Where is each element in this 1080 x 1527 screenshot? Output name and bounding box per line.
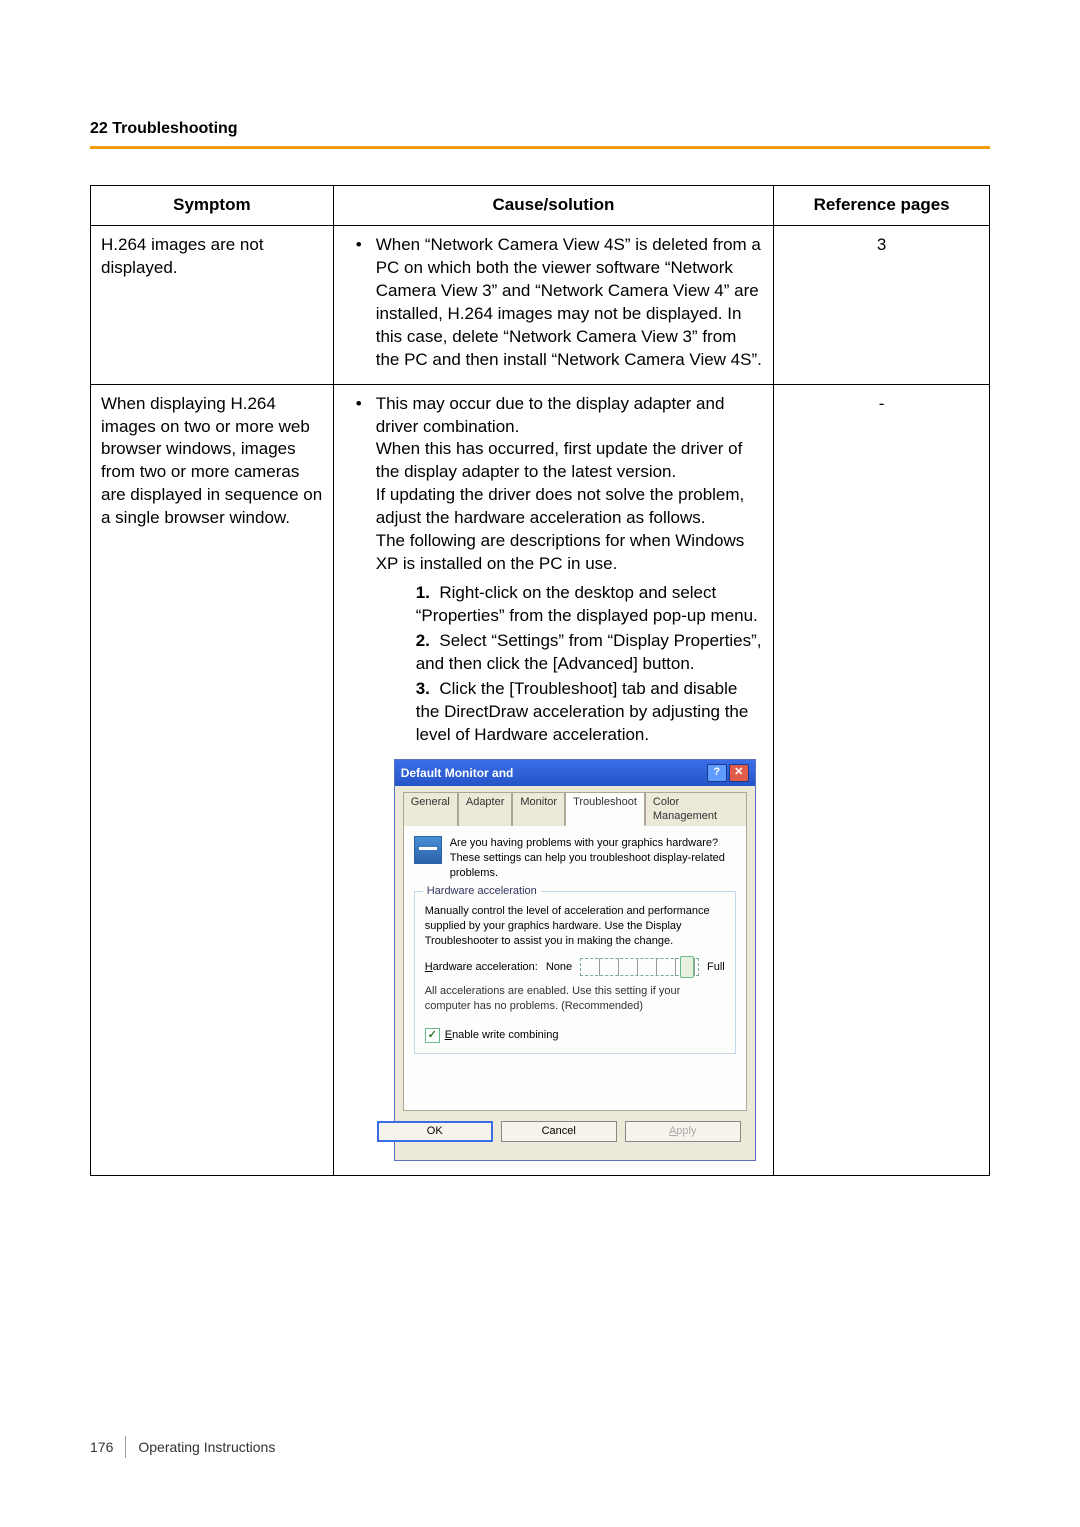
ref-cell: 3: [774, 225, 990, 384]
col-symptom: Symptom: [91, 186, 334, 226]
xp-properties-dialog: Default Monitor and ? ✕ General: [394, 759, 756, 1162]
page-footer: 176 Operating Instructions: [90, 1436, 275, 1458]
xp-tabs: General Adapter Monitor Troubleshoot Col…: [403, 792, 747, 827]
tab-adapter[interactable]: Adapter: [458, 792, 513, 827]
group-title: Hardware acceleration: [423, 884, 541, 899]
xp-titlebar: Default Monitor and ? ✕: [395, 760, 755, 786]
hardware-accel-slider[interactable]: [580, 958, 699, 976]
cause-cell: When “Network Camera View 4S” is deleted…: [333, 225, 774, 384]
group-desc: Manually control the level of accelerati…: [425, 904, 725, 949]
cancel-button[interactable]: Cancel: [501, 1121, 617, 1142]
hardware-accel-group: Hardware acceleration Manually control t…: [414, 891, 736, 1054]
cause-intro: This may occur due to the display adapte…: [376, 394, 745, 574]
troubleshooting-table: Symptom Cause/solution Reference pages H…: [90, 185, 990, 1176]
monitor-info-icon: [414, 836, 442, 864]
page-number: 176: [90, 1439, 113, 1455]
enable-write-combining-checkbox[interactable]: ✓: [425, 1028, 440, 1043]
col-ref: Reference pages: [774, 186, 990, 226]
slider-full-label: Full: [707, 960, 725, 975]
header-rule: [90, 146, 990, 149]
cause-cell: This may occur due to the display adapte…: [333, 384, 774, 1176]
apply-button[interactable]: Apply: [625, 1121, 741, 1142]
symptom-cell: When displaying H.264 images on two or m…: [91, 384, 334, 1176]
step-item: 2. Select “Settings” from “Display Prope…: [414, 630, 764, 676]
cause-bullet: When “Network Camera View 4S” is deleted…: [362, 234, 764, 372]
slider-note: All accelerations are enabled. Use this …: [425, 984, 725, 1014]
tab-monitor[interactable]: Monitor: [512, 792, 565, 827]
step-item: 1. Right-click on the desktop and select…: [414, 582, 764, 628]
checkbox-label: Enable write combining: [445, 1028, 559, 1043]
xp-dialog-buttons: OK Cancel Apply: [403, 1111, 747, 1152]
ok-button[interactable]: OK: [377, 1121, 493, 1142]
close-icon[interactable]: ✕: [729, 764, 749, 782]
tab-color-management[interactable]: Color Management: [645, 792, 747, 827]
xp-info-text: Are you having problems with your graphi…: [450, 836, 736, 881]
ref-cell: -: [774, 384, 990, 1176]
step-item: 3. Click the [Troubleshoot] tab and disa…: [414, 678, 764, 747]
slider-label: Hardware acceleration:: [425, 960, 538, 975]
table-row: When displaying H.264 images on two or m…: [91, 384, 990, 1176]
xp-tab-panel: Are you having problems with your graphi…: [403, 826, 747, 1111]
cause-steps: 1. Right-click on the desktop and select…: [376, 582, 764, 747]
tab-troubleshoot[interactable]: Troubleshoot: [565, 792, 645, 827]
slider-none-label: None: [546, 960, 572, 975]
symptom-cell: H.264 images are not displayed.: [91, 225, 334, 384]
doc-title: Operating Instructions: [138, 1439, 275, 1455]
xp-dialog-title: Default Monitor and: [401, 765, 514, 781]
tab-general[interactable]: General: [403, 792, 458, 827]
footer-divider: [125, 1436, 126, 1458]
help-icon[interactable]: ?: [707, 764, 727, 782]
section-header: 22 Troubleshooting: [90, 120, 990, 146]
col-cause: Cause/solution: [333, 186, 774, 226]
cause-bullet: This may occur due to the display adapte…: [362, 393, 764, 1162]
table-row: H.264 images are not displayed. When “Ne…: [91, 225, 990, 384]
slider-thumb-icon[interactable]: [680, 956, 694, 978]
